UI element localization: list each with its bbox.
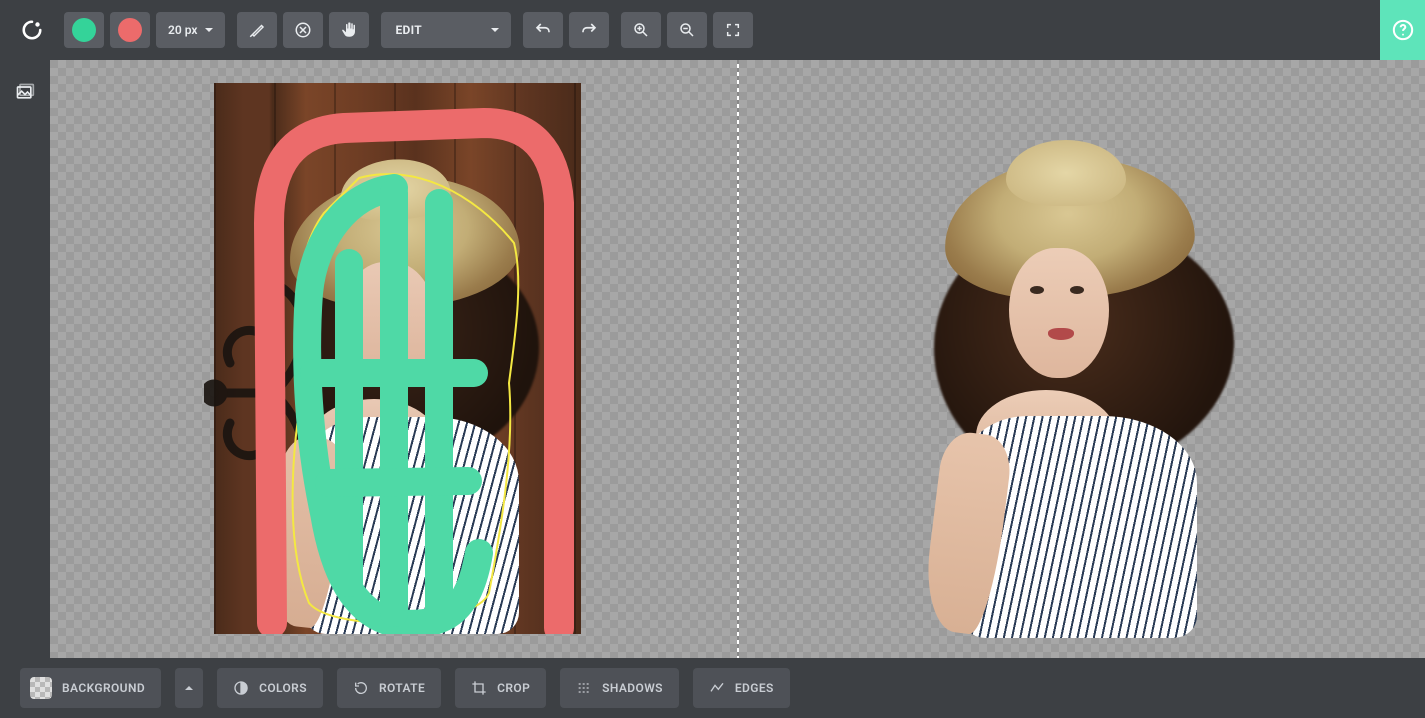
source-image [214, 83, 581, 634]
bottom-toolbar: BACKGROUND COLORS ROTATE CROP SHADOWS ED… [0, 658, 1425, 718]
zoom-in-button[interactable] [621, 12, 661, 48]
app-logo[interactable] [12, 19, 52, 41]
remove-color-swatch [118, 18, 142, 42]
zoom-group [621, 12, 753, 48]
edges-icon [709, 680, 725, 696]
history-group [523, 12, 609, 48]
crop-label: CROP [497, 681, 530, 695]
transparency-swatch-icon [30, 677, 52, 699]
source-panel[interactable] [50, 60, 737, 658]
crop-icon [471, 680, 487, 696]
brush-tools-group [237, 12, 369, 48]
rotate-label: ROTATE [379, 681, 425, 695]
fullscreen-button[interactable] [713, 12, 753, 48]
erase-tool[interactable] [283, 12, 323, 48]
keep-color-swatch [72, 18, 96, 42]
caret-down-icon [491, 28, 499, 32]
shadows-label: SHADOWS [602, 681, 663, 695]
help-button[interactable] [1380, 0, 1425, 60]
workspace [50, 60, 1425, 658]
edit-group: EDIT [381, 12, 511, 48]
rotate-icon [353, 680, 369, 696]
remove-color-tool[interactable] [110, 12, 150, 48]
edit-dropdown[interactable]: EDIT [381, 12, 511, 48]
caret-down-icon [205, 28, 213, 32]
edges-button[interactable]: EDGES [693, 668, 790, 708]
edges-label: EDGES [735, 681, 774, 695]
crop-button[interactable]: CROP [455, 668, 546, 708]
zoom-out-button[interactable] [667, 12, 707, 48]
color-tools-group: 20 px [64, 12, 225, 48]
shadows-icon [576, 680, 592, 696]
colors-button[interactable]: COLORS [217, 668, 323, 708]
rotate-button[interactable]: ROTATE [337, 668, 441, 708]
redo-button[interactable] [569, 12, 609, 48]
background-label: BACKGROUND [62, 681, 145, 695]
brush-tool[interactable] [237, 12, 277, 48]
edit-label: EDIT [395, 23, 422, 37]
left-sidebar [0, 60, 50, 658]
contrast-icon [233, 680, 249, 696]
pan-tool[interactable] [329, 12, 369, 48]
result-image [954, 158, 1234, 638]
background-options-button[interactable] [175, 668, 203, 708]
result-panel[interactable] [739, 60, 1425, 658]
images-button[interactable] [7, 74, 43, 110]
brush-size-label: 20 px [168, 23, 197, 37]
caret-up-icon [185, 686, 193, 690]
colors-label: COLORS [259, 681, 307, 695]
undo-button[interactable] [523, 12, 563, 48]
background-button[interactable]: BACKGROUND [20, 668, 161, 708]
keep-color-tool[interactable] [64, 12, 104, 48]
keep-marker-stroke [214, 83, 581, 634]
brush-size-dropdown[interactable]: 20 px [156, 12, 225, 48]
top-toolbar: 20 px EDIT [0, 0, 1425, 60]
shadows-button[interactable]: SHADOWS [560, 668, 679, 708]
